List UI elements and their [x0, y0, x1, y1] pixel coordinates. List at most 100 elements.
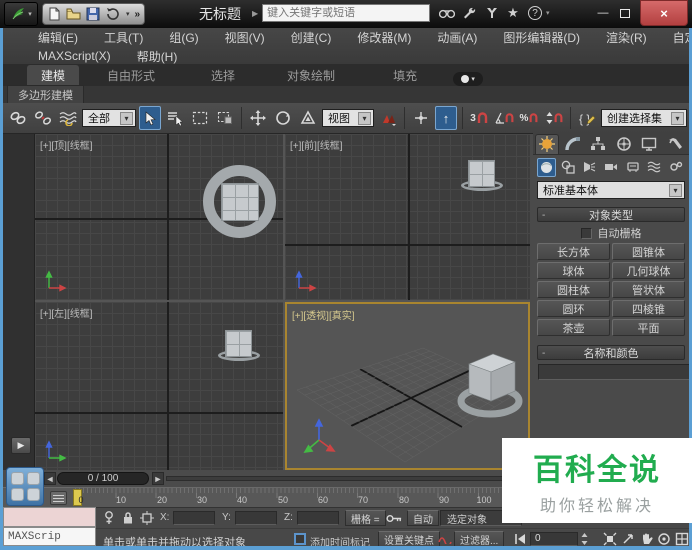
menu-edit[interactable]: 编辑(E) — [38, 29, 78, 46]
ribbon-tab-populate[interactable]: 填充 — [379, 65, 431, 86]
x-coordinate-field[interactable] — [173, 511, 215, 525]
menu-views[interactable]: 视图(V) — [225, 29, 265, 46]
shapes-category-icon[interactable] — [559, 158, 578, 177]
viewport-top[interactable]: [+][顶][线框] — [35, 134, 283, 300]
selection-lock-icon[interactable] — [120, 510, 136, 526]
primitive-category-dropdown[interactable]: 标准基本体▾ — [537, 181, 685, 199]
button-torus[interactable]: 圆环 — [537, 300, 610, 317]
select-and-move-icon[interactable] — [247, 106, 269, 130]
geometry-category-icon[interactable] — [537, 158, 556, 177]
toolbar-overflow-icon[interactable]: » — [135, 9, 141, 20]
current-frame-field[interactable]: 0 — [530, 532, 578, 546]
pan-hand-icon[interactable] — [638, 531, 654, 547]
button-geosphere[interactable]: 几何球体 — [612, 262, 685, 279]
bind-to-space-warp-icon[interactable] — [57, 106, 79, 130]
open-file-icon[interactable] — [66, 7, 81, 21]
box-object-front-view[interactable] — [468, 160, 495, 187]
button-pyramid[interactable]: 四棱锥 — [612, 300, 685, 317]
select-by-name-icon[interactable] — [164, 106, 186, 130]
menu-maxscript[interactable]: MAXScript(X) — [38, 49, 111, 63]
expand-panel-button[interactable]: ▶ — [11, 437, 31, 454]
autogrid-checkbox[interactable] — [581, 228, 592, 239]
undo-icon[interactable] — [105, 7, 121, 21]
selection-filter-dropdown[interactable]: 全部▾ — [82, 109, 136, 127]
select-object-button[interactable] — [139, 106, 161, 130]
button-cylinder[interactable]: 圆柱体 — [537, 281, 610, 298]
modify-tab-icon[interactable] — [561, 134, 585, 154]
ribbon-tab-modeling[interactable]: 建模 — [27, 65, 79, 86]
edit-named-selection-sets-icon[interactable]: { } — [576, 106, 598, 130]
menu-graph-editors[interactable]: 图形编辑器(D) — [503, 29, 580, 46]
select-and-rotate-icon[interactable] — [272, 106, 294, 130]
maximize-viewport-toggle-icon[interactable] — [674, 531, 690, 547]
select-and-scale-icon[interactable] — [297, 106, 319, 130]
viewport-perspective-label[interactable]: [+][透视][真实] — [292, 307, 355, 322]
frame-spinner[interactable] — [580, 531, 588, 547]
select-and-manipulate-icon[interactable] — [410, 106, 432, 130]
viewport-front-label[interactable]: [+][前][线框] — [290, 137, 343, 152]
cameras-category-icon[interactable] — [602, 158, 621, 177]
track-bar-mini-icon[interactable] — [50, 491, 67, 505]
create-tab-icon[interactable] — [535, 134, 559, 154]
favorites-star-icon[interactable]: ★ — [502, 3, 524, 23]
menu-modifiers[interactable]: 修改器(M) — [357, 29, 411, 46]
viewport-left[interactable]: [+][左][线框] — [35, 302, 283, 470]
absolute-offset-mode-icon[interactable] — [139, 510, 155, 526]
search-input[interactable] — [262, 4, 430, 22]
button-teapot[interactable]: 茶壶 — [537, 319, 610, 336]
grid-setting-button[interactable]: 栅格 = — [345, 510, 386, 526]
button-sphere[interactable]: 球体 — [537, 262, 610, 279]
button-box[interactable]: 长方体 — [537, 243, 610, 260]
ribbon-display-options-icon[interactable]: ▾ — [453, 72, 483, 86]
unlink-selection-icon[interactable] — [32, 106, 54, 130]
time-tag-icon[interactable] — [292, 531, 308, 547]
space-warps-category-icon[interactable] — [645, 158, 664, 177]
ribbon-tab-freeform[interactable]: 自由形式 — [93, 65, 169, 86]
select-and-link-icon[interactable] — [7, 106, 29, 130]
box-object-perspective[interactable] — [469, 354, 515, 401]
help-dropdown-arrow-icon[interactable]: ▾ — [546, 9, 550, 17]
zoom-region-icon[interactable] — [620, 531, 636, 547]
viewport-left-label[interactable]: [+][左][线框] — [40, 305, 93, 320]
viewport-layout-tabs-button[interactable] — [6, 467, 44, 506]
menu-create[interactable]: 创建(C) — [291, 29, 332, 46]
time-slider-thumb[interactable]: 0 / 100 — [57, 472, 149, 485]
object-name-field[interactable] — [538, 364, 692, 380]
menu-help[interactable]: 帮助(H) — [137, 48, 178, 65]
minimize-button[interactable]: — — [592, 0, 614, 26]
communication-center-icon[interactable] — [480, 3, 502, 23]
undo-dropdown-arrow-icon[interactable]: ▾ — [126, 10, 130, 18]
display-tab-icon[interactable] — [638, 134, 662, 154]
subscription-wrench-icon[interactable] — [458, 3, 480, 23]
name-color-rollout-header[interactable]: - 名称和颜色 — [537, 345, 685, 360]
zoom-extents-icon[interactable] — [602, 531, 618, 547]
key-icon[interactable] — [386, 510, 402, 526]
keyboard-shortcut-override-icon[interactable]: ↑ — [435, 106, 457, 130]
key-filters-curve-icon[interactable] — [437, 531, 453, 547]
next-frame-button[interactable]: ► — [152, 472, 164, 485]
menu-tools[interactable]: 工具(T) — [104, 29, 143, 46]
help-icon[interactable]: ? — [524, 3, 546, 23]
snap-toggle-3d-icon[interactable]: 3 — [468, 106, 490, 130]
maximize-button[interactable] — [614, 0, 636, 26]
ribbon-panel-polygon-modeling[interactable]: 多边形建模 — [7, 85, 84, 104]
menu-group[interactable]: 组(G) — [169, 29, 198, 46]
search-binoculars-icon[interactable] — [436, 3, 458, 23]
box-object-top-view[interactable] — [221, 183, 259, 221]
button-cone[interactable]: 圆锥体 — [612, 243, 685, 260]
named-selection-sets-dropdown[interactable]: 创建选择集▾ — [601, 109, 687, 127]
y-coordinate-field[interactable] — [235, 511, 277, 525]
search-expand-arrow-icon[interactable]: ▶ — [252, 9, 258, 18]
rectangular-selection-region-icon[interactable] — [189, 106, 211, 130]
systems-category-icon[interactable] — [666, 158, 685, 177]
reference-coordinate-dropdown[interactable]: 视图▾ — [322, 109, 374, 127]
time-slider-track[interactable] — [166, 476, 526, 481]
set-key-button[interactable]: 设置关键点 — [378, 531, 440, 547]
viewport-perspective[interactable]: [+][透视][真实] — [285, 302, 530, 470]
go-to-start-icon[interactable] — [512, 531, 528, 547]
orbit-icon[interactable] — [656, 531, 672, 547]
motion-tab-icon[interactable] — [612, 134, 636, 154]
use-pivot-center-icon[interactable] — [377, 106, 399, 130]
button-tube[interactable]: 管状体 — [612, 281, 685, 298]
maxscript-mini-listener[interactable]: MAXScrip — [3, 527, 96, 546]
